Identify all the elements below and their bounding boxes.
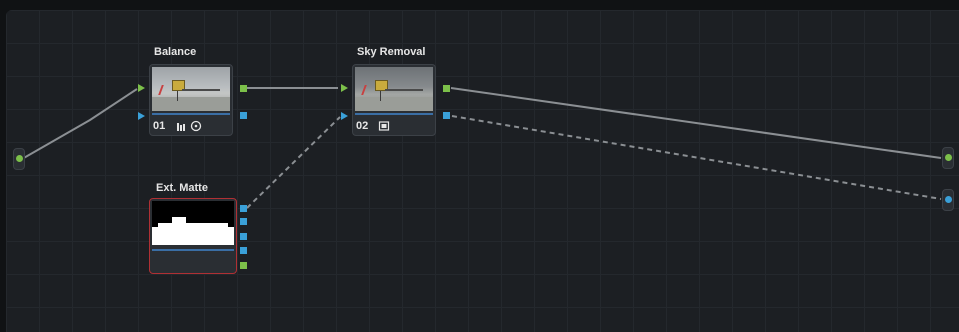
matte-output-4[interactable] (240, 247, 247, 254)
sky-removal-key-input[interactable] (341, 112, 348, 120)
node-thumbnail (152, 67, 230, 111)
node-number: 02 (356, 120, 369, 132)
node-balance[interactable]: 01 (149, 64, 233, 136)
thumb-ground (152, 97, 230, 111)
wire-sky-key-to-alpha-output (451, 115, 942, 200)
node-bar (152, 249, 234, 251)
balance-key-output[interactable] (240, 112, 247, 119)
rgb-output[interactable] (942, 147, 954, 169)
wire-matte-to-sky-key (246, 116, 341, 209)
matte-output-5[interactable] (240, 262, 247, 269)
connection-wires (21, 87, 942, 209)
circle-dot-icon (190, 120, 202, 132)
rgb-output-dot (945, 154, 952, 161)
alpha-output-dot (945, 196, 952, 203)
thumb-tail (361, 85, 367, 95)
matte-white-area (152, 227, 234, 245)
mask-icon (378, 121, 390, 131)
node-title-balance: Balance (154, 46, 197, 58)
wire-source-to-balance (21, 88, 138, 160)
node-title-sky-removal: Sky Removal (357, 46, 426, 58)
wire-sky-to-output (450, 87, 942, 159)
balance-rgb-input[interactable] (138, 84, 145, 92)
balance-key-input[interactable] (138, 112, 145, 120)
sky-removal-rgb-output[interactable] (443, 85, 450, 92)
matte-white-plane (158, 223, 228, 228)
sky-removal-key-output[interactable] (443, 112, 450, 119)
node-thumbnail (355, 67, 433, 111)
balance-rgb-output[interactable] (240, 85, 247, 92)
node-ext-matte[interactable] (149, 198, 237, 274)
alpha-output[interactable] (942, 189, 954, 211)
matte-output-2[interactable] (240, 218, 247, 225)
node-bar (152, 113, 230, 115)
node-title-ext-matte: Ext. Matte (156, 182, 208, 194)
sky-removal-rgb-input[interactable] (341, 84, 348, 92)
levels-icon (177, 123, 185, 131)
thumb-tail (158, 85, 164, 95)
source-input-dot (16, 155, 23, 162)
thumb-plane (385, 89, 423, 91)
node-bar (355, 113, 433, 115)
node-sky-removal[interactable]: 02 (352, 64, 436, 136)
matte-output-1[interactable] (240, 205, 247, 212)
matte-thumbnail (152, 201, 234, 245)
source-input[interactable] (13, 148, 25, 170)
node-editor: Balance 01 Sky Removal 02 Ext. Matte (0, 0, 959, 332)
node-number: 01 (153, 120, 166, 132)
thumb-ground (355, 97, 433, 111)
matte-output-3[interactable] (240, 233, 247, 240)
thumb-plane (182, 89, 220, 91)
